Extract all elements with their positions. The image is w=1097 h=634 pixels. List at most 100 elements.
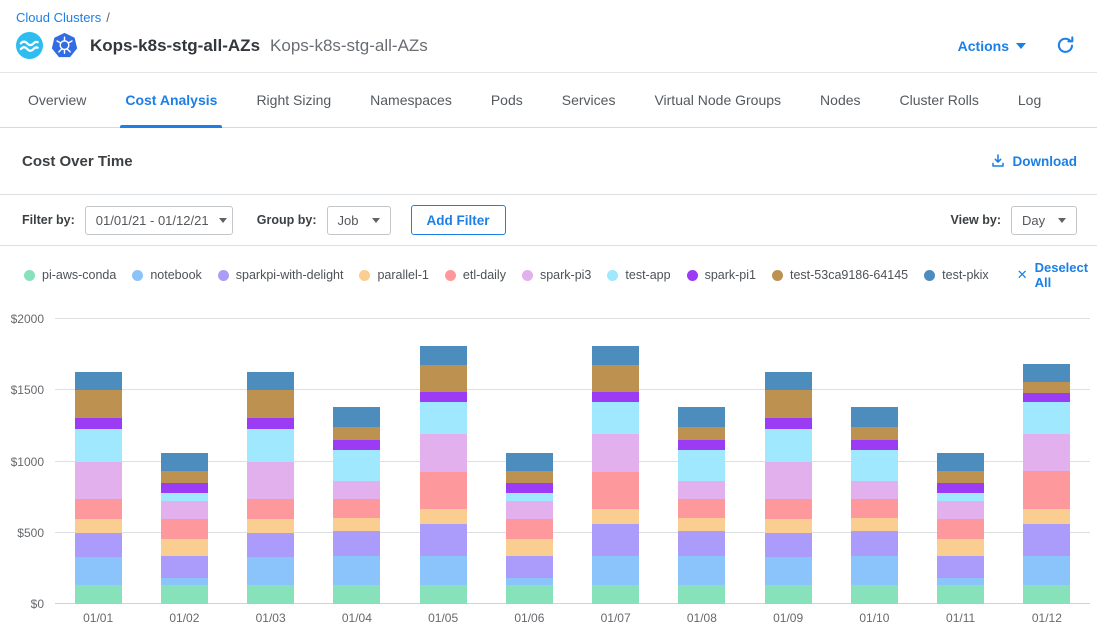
bar-segment-test-app[interactable]: [161, 493, 208, 501]
stacked-bar-01/08[interactable]: [678, 319, 725, 604]
bar-segment-test-53ca9186-64145[interactable]: [765, 390, 812, 418]
bar-segment-parallel-1[interactable]: [678, 518, 725, 531]
bar-segment-parallel-1[interactable]: [247, 519, 294, 533]
bar-segment-spark-pi3[interactable]: [678, 481, 725, 499]
bar-segment-test-pkix[interactable]: [592, 346, 639, 365]
bar-segment-parallel-1[interactable]: [75, 519, 122, 533]
bar-segment-sparkpi-with-delight[interactable]: [1023, 524, 1070, 556]
bar-segment-spark-pi1[interactable]: [851, 440, 898, 450]
stacked-bar-01/10[interactable]: [851, 319, 898, 604]
bar-segment-etl-daily[interactable]: [1023, 471, 1070, 509]
bar-segment-etl-daily[interactable]: [937, 519, 984, 539]
bar-segment-test-app[interactable]: [678, 450, 725, 481]
bar-segment-parallel-1[interactable]: [937, 539, 984, 555]
date-range-select[interactable]: 01/01/21 - 01/12/21: [85, 206, 233, 235]
stacked-bar-01/02[interactable]: [161, 319, 208, 604]
bar-segment-etl-daily[interactable]: [247, 499, 294, 518]
legend-item-sparkpi-with-delight[interactable]: sparkpi-with-delight: [218, 268, 344, 282]
bar-segment-test-app[interactable]: [506, 493, 553, 501]
tab-virtual-node-groups[interactable]: Virtual Node Groups: [651, 73, 784, 127]
bar-segment-spark-pi1[interactable]: [506, 483, 553, 493]
bar-segment-test-pkix[interactable]: [851, 407, 898, 426]
bar-segment-sparkpi-with-delight[interactable]: [333, 531, 380, 557]
bar-segment-notebook[interactable]: [765, 557, 812, 586]
bar-segment-pi-aws-conda[interactable]: [592, 585, 639, 604]
bar-segment-spark-pi1[interactable]: [765, 418, 812, 429]
stacked-bar-01/01[interactable]: [75, 319, 122, 604]
bar-segment-test-pkix[interactable]: [765, 372, 812, 390]
deselect-all-button[interactable]: ✕ Deselect All: [1017, 260, 1097, 290]
tab-pods[interactable]: Pods: [488, 73, 526, 127]
bar-segment-parallel-1[interactable]: [1023, 509, 1070, 524]
stacked-bar-01/09[interactable]: [765, 319, 812, 604]
tab-services[interactable]: Services: [559, 73, 619, 127]
legend-item-test-app[interactable]: test-app: [607, 268, 670, 282]
bar-segment-spark-pi3[interactable]: [161, 501, 208, 520]
bar-segment-test-pkix[interactable]: [1023, 364, 1070, 382]
bar-segment-parallel-1[interactable]: [161, 539, 208, 555]
bar-segment-spark-pi3[interactable]: [937, 501, 984, 520]
bar-segment-sparkpi-with-delight[interactable]: [161, 556, 208, 579]
bar-segment-test-pkix[interactable]: [506, 453, 553, 471]
bar-segment-spark-pi1[interactable]: [420, 392, 467, 401]
bar-segment-sparkpi-with-delight[interactable]: [851, 531, 898, 557]
bar-segment-etl-daily[interactable]: [75, 499, 122, 518]
bar-segment-sparkpi-with-delight[interactable]: [765, 533, 812, 557]
bar-segment-test-app[interactable]: [851, 450, 898, 481]
breadcrumb-link-cloud-clusters[interactable]: Cloud Clusters: [16, 10, 101, 25]
legend-item-test-53ca9186-64145[interactable]: test-53ca9186-64145: [772, 268, 908, 282]
bar-segment-parallel-1[interactable]: [765, 519, 812, 533]
stacked-bar-01/07[interactable]: [592, 319, 639, 604]
bar-segment-test-53ca9186-64145[interactable]: [161, 471, 208, 483]
bar-segment-test-app[interactable]: [247, 429, 294, 461]
actions-button[interactable]: Actions: [958, 38, 1026, 54]
bar-segment-test-53ca9186-64145[interactable]: [420, 365, 467, 392]
bar-segment-spark-pi1[interactable]: [161, 483, 208, 493]
stacked-bar-01/03[interactable]: [247, 319, 294, 604]
bar-segment-sparkpi-with-delight[interactable]: [75, 533, 122, 557]
tab-cost-analysis[interactable]: Cost Analysis: [122, 73, 220, 127]
bar-segment-test-app[interactable]: [765, 429, 812, 461]
bar-segment-pi-aws-conda[interactable]: [75, 585, 122, 604]
legend-item-spark-pi1[interactable]: spark-pi1: [687, 268, 756, 282]
bar-segment-etl-daily[interactable]: [678, 499, 725, 518]
bar-segment-spark-pi3[interactable]: [1023, 434, 1070, 471]
tab-namespaces[interactable]: Namespaces: [367, 73, 455, 127]
bar-segment-notebook[interactable]: [247, 557, 294, 586]
bar-segment-test-pkix[interactable]: [678, 407, 725, 426]
bar-segment-pi-aws-conda[interactable]: [851, 585, 898, 604]
tab-overview[interactable]: Overview: [25, 73, 89, 127]
bar-segment-spark-pi3[interactable]: [247, 462, 294, 500]
bar-segment-pi-aws-conda[interactable]: [937, 585, 984, 604]
bar-segment-test-app[interactable]: [592, 402, 639, 434]
bar-segment-sparkpi-with-delight[interactable]: [420, 524, 467, 557]
stacked-bar-01/05[interactable]: [420, 319, 467, 604]
bar-segment-notebook[interactable]: [333, 556, 380, 585]
bar-segment-notebook[interactable]: [592, 556, 639, 585]
bar-segment-pi-aws-conda[interactable]: [247, 585, 294, 604]
bar-segment-pi-aws-conda[interactable]: [678, 585, 725, 604]
stacked-bar-01/04[interactable]: [333, 319, 380, 604]
bar-segment-test-app[interactable]: [333, 450, 380, 481]
bar-segment-etl-daily[interactable]: [592, 472, 639, 510]
bar-segment-pi-aws-conda[interactable]: [420, 585, 467, 604]
bar-segment-spark-pi3[interactable]: [333, 481, 380, 499]
bar-segment-test-53ca9186-64145[interactable]: [506, 471, 553, 483]
bar-segment-sparkpi-with-delight[interactable]: [678, 531, 725, 557]
bar-segment-spark-pi1[interactable]: [1023, 393, 1070, 402]
group-by-select[interactable]: Job: [327, 206, 391, 235]
bar-segment-spark-pi3[interactable]: [765, 462, 812, 500]
bar-segment-test-53ca9186-64145[interactable]: [937, 471, 984, 483]
bar-segment-sparkpi-with-delight[interactable]: [506, 556, 553, 579]
bar-segment-test-53ca9186-64145[interactable]: [592, 365, 639, 392]
bar-segment-etl-daily[interactable]: [333, 499, 380, 518]
bar-segment-test-app[interactable]: [75, 429, 122, 461]
bar-segment-test-53ca9186-64145[interactable]: [333, 427, 380, 441]
bar-segment-parallel-1[interactable]: [592, 509, 639, 523]
bar-segment-etl-daily[interactable]: [506, 519, 553, 539]
bar-segment-test-pkix[interactable]: [937, 453, 984, 471]
bar-segment-test-pkix[interactable]: [75, 372, 122, 390]
legend-item-etl-daily[interactable]: etl-daily: [445, 268, 506, 282]
refresh-icon[interactable]: [1056, 36, 1075, 55]
bar-segment-spark-pi1[interactable]: [592, 392, 639, 401]
